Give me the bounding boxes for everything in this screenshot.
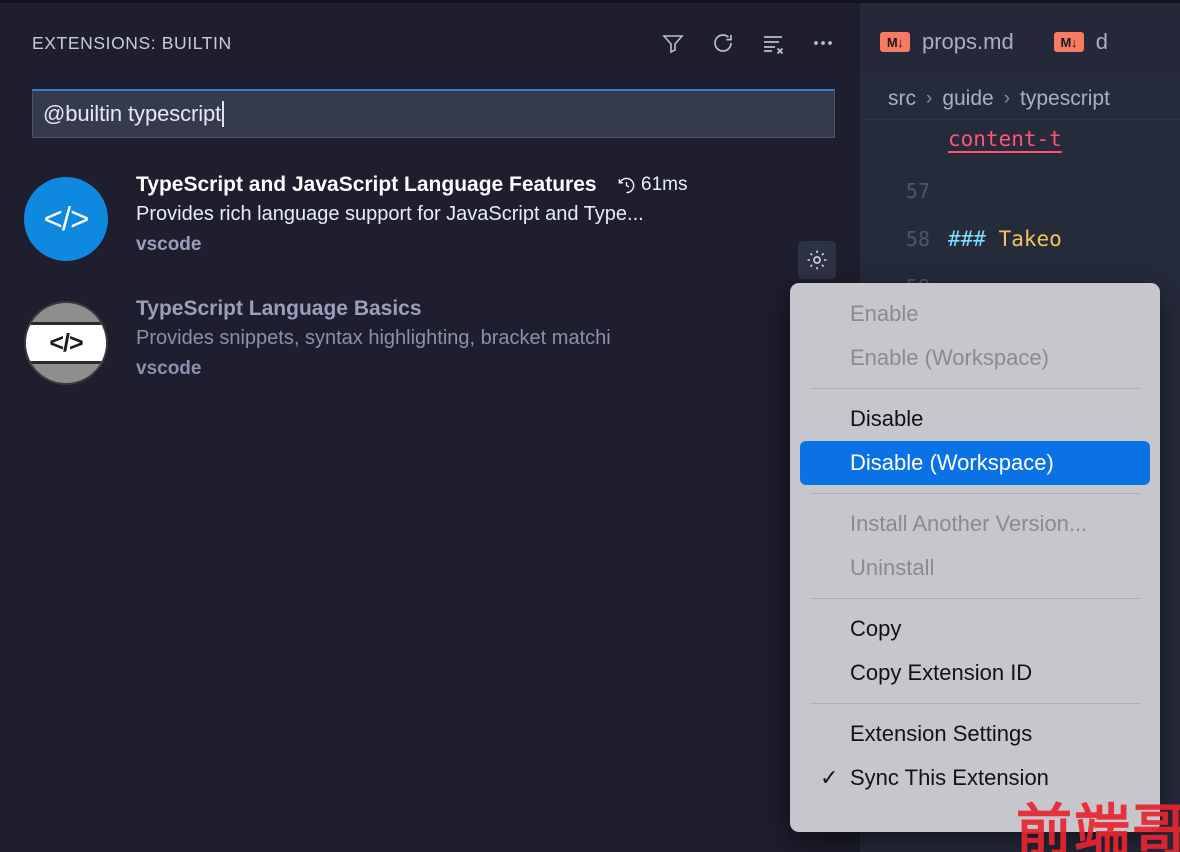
vscode-window: M↓ props.md M↓ d src › guide › typescrip… bbox=[0, 0, 1180, 852]
menu-item-label: Copy bbox=[850, 616, 902, 641]
menu-separator bbox=[810, 703, 1140, 704]
extension-description: Provides rich language support for JavaS… bbox=[136, 203, 644, 225]
extension-publisher: vscode bbox=[136, 358, 202, 379]
line-number: 58 bbox=[905, 227, 930, 251]
search-input[interactable]: @builtin typescript bbox=[32, 89, 835, 138]
sidebar-actions bbox=[660, 30, 836, 56]
code-brackets-icon: </> bbox=[24, 177, 108, 261]
menu-item-label: Disable bbox=[850, 406, 924, 431]
history-icon bbox=[618, 177, 635, 193]
menu-item-label: Enable bbox=[850, 301, 919, 326]
clear-list-icon[interactable] bbox=[760, 30, 786, 56]
tab-label: d bbox=[1095, 29, 1108, 54]
extension-name: TypeScript Language Basics bbox=[136, 297, 422, 320]
search-input-value: @builtin typescript bbox=[43, 101, 222, 126]
checkmark-icon: ✓ bbox=[820, 765, 839, 790]
extension-list-item[interactable]: </> TypeScript Language Basics Provides … bbox=[0, 287, 860, 409]
gear-icon[interactable] bbox=[798, 241, 836, 279]
code-brackets-glyph: </> bbox=[43, 200, 90, 237]
menu-item-label: Sync This Extension bbox=[850, 765, 1049, 790]
extension-description: Provides snippets, syntax highlighting, … bbox=[136, 327, 611, 349]
menu-item-label: Install Another Version... bbox=[850, 511, 1088, 536]
menu-item-enable-workspace[interactable]: Enable (Workspace) bbox=[800, 336, 1150, 380]
text-cursor bbox=[222, 101, 225, 127]
code-token-anchor: content-t bbox=[948, 127, 1062, 151]
code-token-hashes: ### bbox=[948, 227, 986, 251]
editor-tab-secondary[interactable]: M↓ d bbox=[1034, 6, 1128, 78]
breadcrumb-item-typescript[interactable]: typescript bbox=[1020, 87, 1110, 111]
code-brackets-glyph: </> bbox=[49, 328, 83, 357]
extension-publisher: vscode bbox=[136, 234, 202, 255]
menu-separator bbox=[810, 598, 1140, 599]
menu-item-copy[interactable]: Copy bbox=[800, 607, 1150, 651]
filter-icon[interactable] bbox=[660, 30, 686, 56]
code-line: 58 ### Takeo bbox=[860, 215, 1180, 263]
chevron-right-icon: › bbox=[1003, 87, 1011, 109]
breadcrumb-item-src[interactable]: src bbox=[888, 87, 916, 111]
menu-item-label: Disable (Workspace) bbox=[850, 450, 1054, 475]
markdown-icon: M↓ bbox=[1053, 32, 1084, 52]
menu-item-label: Copy Extension ID bbox=[850, 660, 1033, 685]
code-brackets-icon: </> bbox=[24, 301, 108, 385]
menu-item-label: Enable (Workspace) bbox=[850, 345, 1049, 370]
line-number: 57 bbox=[905, 179, 930, 203]
menu-item-label: Extension Settings bbox=[850, 721, 1033, 746]
extension-activation-time: 61ms bbox=[617, 174, 688, 196]
menu-separator bbox=[810, 388, 1140, 389]
extension-context-menu[interactable]: Enable Enable (Workspace) Disable Disabl… bbox=[790, 283, 1160, 832]
code-line: content-t bbox=[860, 115, 1180, 163]
menu-item-extension-settings[interactable]: Extension Settings bbox=[800, 712, 1150, 756]
activation-time-value: 61ms bbox=[641, 174, 688, 195]
menu-item-label: Uninstall bbox=[850, 555, 935, 580]
menu-item-enable[interactable]: Enable bbox=[800, 292, 1150, 336]
menu-item-copy-extension-id[interactable]: Copy Extension ID bbox=[800, 651, 1150, 695]
extensions-sidebar: EXTENSIONS: BUILTIN @builtin typescript … bbox=[0, 0, 860, 852]
menu-item-disable[interactable]: Disable bbox=[800, 397, 1150, 441]
breadcrumb[interactable]: src › guide › typescript bbox=[860, 78, 1180, 120]
sidebar-header: EXTENSIONS: BUILTIN bbox=[0, 21, 860, 65]
extension-list-item[interactable]: </> TypeScript and JavaScript Language F… bbox=[0, 163, 860, 285]
extension-name: TypeScript and JavaScript Language Featu… bbox=[136, 173, 597, 196]
menu-item-install-another-version[interactable]: Install Another Version... bbox=[800, 502, 1150, 546]
menu-separator bbox=[810, 493, 1140, 494]
page-title: EXTENSIONS: BUILTIN bbox=[32, 32, 232, 53]
refresh-icon[interactable] bbox=[710, 30, 736, 56]
menu-item-uninstall[interactable]: Uninstall bbox=[800, 546, 1150, 590]
menu-item-disable-workspace[interactable]: Disable (Workspace) bbox=[800, 441, 1150, 485]
breadcrumb-item-guide[interactable]: guide bbox=[942, 87, 993, 111]
code-token-heading: Takeo bbox=[985, 227, 1062, 251]
tab-label: props.md bbox=[922, 29, 1014, 54]
editor-tab-bar: M↓ props.md M↓ d bbox=[860, 6, 1180, 78]
code-line: 57 bbox=[860, 167, 1180, 215]
chevron-right-icon: › bbox=[926, 87, 933, 109]
markdown-icon: M↓ bbox=[880, 32, 910, 52]
icon-band: </> bbox=[26, 322, 106, 364]
more-actions-icon[interactable] bbox=[810, 30, 836, 56]
editor-tab-props-md[interactable]: M↓ props.md bbox=[860, 6, 1034, 78]
menu-item-sync-this-extension[interactable]: ✓ Sync This Extension bbox=[800, 756, 1150, 800]
